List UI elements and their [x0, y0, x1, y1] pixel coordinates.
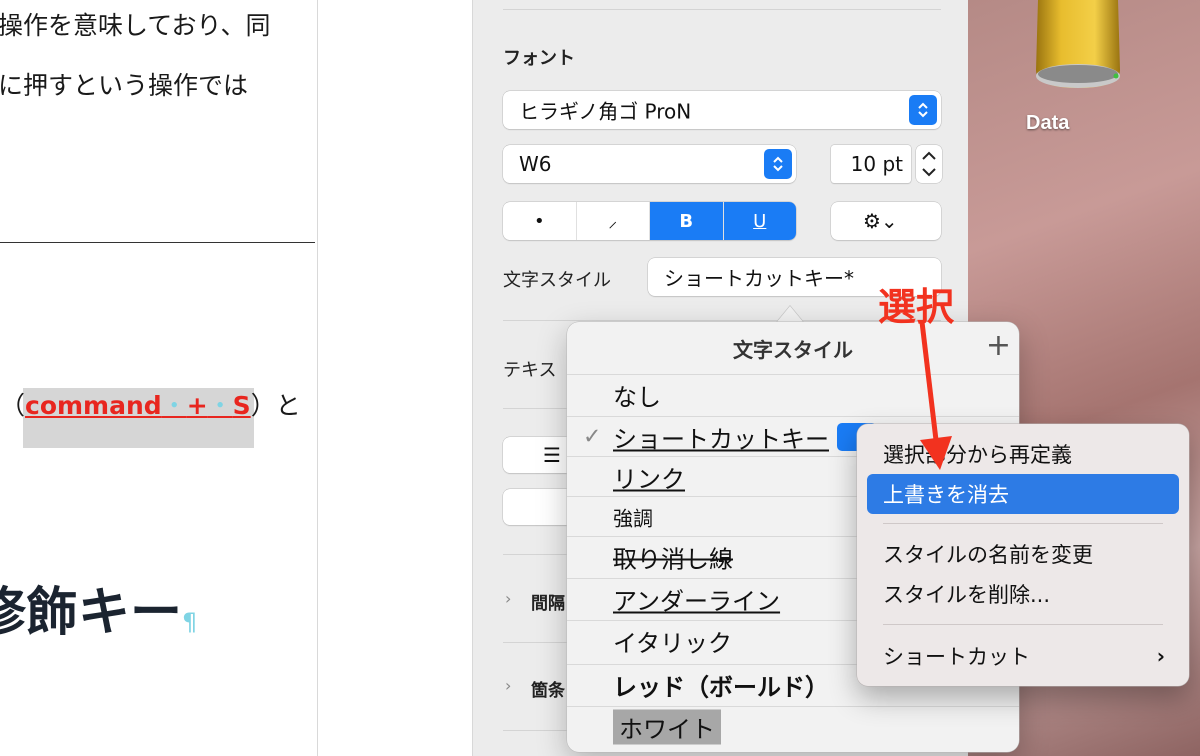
- drive-icon[interactable]: [1028, 0, 1128, 92]
- bold-button[interactable]: B: [650, 202, 724, 240]
- body-text-line: 操作を意味しており、同: [0, 11, 271, 40]
- style-item-label: 強調: [613, 506, 653, 530]
- document-canvas[interactable]: 操作を意味しており、同 に押すという操作では （command・+・S）と 修飾…: [0, 0, 318, 756]
- style-item-label: リンク: [613, 465, 685, 493]
- chevron-right-icon[interactable]: ›: [505, 589, 511, 608]
- menu-item-label: スタイルの名前を変更: [883, 543, 1093, 567]
- space-marker: ・: [207, 391, 233, 420]
- text-style-segmented[interactable]: • ⸝ B U: [503, 202, 796, 240]
- font-size-field[interactable]: 10 pt: [831, 145, 911, 183]
- space-marker: ・: [161, 391, 187, 420]
- style-item-label: アンダーライン: [613, 587, 781, 615]
- bullet-style-button[interactable]: •: [503, 202, 577, 240]
- style-item-label: ショートカットキー: [613, 425, 829, 453]
- spacing-section-label[interactable]: 間隔: [531, 589, 565, 614]
- section-heading: 修飾キー¶: [0, 570, 197, 645]
- divider: [503, 9, 941, 10]
- bullets-section-label[interactable]: 箇条: [531, 676, 565, 701]
- style-item-label: レッド（ボールド）: [613, 673, 829, 701]
- shortcut-text-line[interactable]: （command・+・S）と: [0, 386, 301, 422]
- drive-label[interactable]: Data: [968, 112, 1200, 135]
- font-family-popup[interactable]: ヒラギノ角ゴ ProN: [503, 91, 941, 129]
- s-key: S: [232, 391, 251, 420]
- paren-close: ）と: [250, 391, 301, 420]
- char-style-label: 文字スタイル: [503, 270, 611, 291]
- body-text-line: に押すという操作では: [0, 71, 249, 100]
- add-style-icon[interactable]: +: [986, 328, 1011, 363]
- style-item-white[interactable]: ホワイト: [567, 706, 1019, 746]
- updown-chevron-icon: [909, 95, 937, 125]
- menu-item-label: スタイルを削除...: [883, 583, 1051, 607]
- stepper-arrows-icon: [922, 151, 936, 177]
- font-section-label: フォント: [503, 48, 575, 69]
- font-weight-popup[interactable]: W6: [503, 145, 796, 183]
- heading-text: 修飾キー: [0, 583, 183, 643]
- checkmark-icon: ✓: [583, 424, 602, 449]
- horizontal-rule: [0, 242, 315, 243]
- menu-item-shortcut[interactable]: ショートカット ›: [867, 636, 1179, 676]
- menu-item-redefine-from-selection[interactable]: 選択部分から再定義: [867, 434, 1179, 474]
- italic-style-button[interactable]: ⸝: [577, 202, 650, 240]
- menu-item-label: 選択部分から再定義: [883, 443, 1072, 467]
- style-item-label: 取り消し線: [613, 545, 733, 573]
- updown-chevron-icon: [764, 149, 792, 179]
- font-weight-value: W6: [519, 152, 552, 176]
- text-section-label: テキス: [503, 360, 557, 381]
- shortcut-keys-text[interactable]: command・+・S: [25, 391, 251, 420]
- menu-separator: [883, 624, 1163, 625]
- popover-arrow: [776, 306, 804, 323]
- style-item-label: なし: [613, 383, 661, 411]
- canvas-margin: [319, 0, 472, 756]
- menu-item-rename-style[interactable]: スタイルの名前を変更: [867, 534, 1179, 574]
- chevron-right-icon[interactable]: ›: [505, 676, 511, 695]
- style-item-label: イタリック: [613, 629, 733, 657]
- menu-separator: [883, 523, 1163, 524]
- font-size-stepper[interactable]: [916, 145, 942, 183]
- font-size-value: 10 pt: [850, 152, 903, 176]
- paren-open: （: [0, 391, 26, 420]
- menu-item-clear-override[interactable]: 上書きを消去: [867, 474, 1179, 514]
- plus-sign: +: [186, 391, 208, 420]
- divider: [503, 320, 941, 321]
- align-left-icon: ☰: [543, 443, 561, 467]
- menu-item-label: ショートカット: [883, 645, 1030, 669]
- menu-item-label: 上書きを消去: [883, 483, 1009, 507]
- font-family-value: ヒラギノ角ゴ ProN: [519, 99, 692, 124]
- style-context-menu: 選択部分から再定義 上書きを消去 スタイルの名前を変更 スタイルを削除... シ…: [857, 424, 1189, 686]
- gear-icon: ⚙︎⌄: [863, 209, 898, 233]
- style-item-label: ホワイト: [613, 709, 721, 744]
- pilcrow-icon: ¶: [182, 608, 198, 636]
- char-style-value: ショートカットキー*: [664, 266, 854, 291]
- popover-title: 文字スタイル: [733, 338, 853, 362]
- underline-button[interactable]: U: [723, 202, 796, 240]
- chevron-right-icon: ›: [1156, 644, 1165, 668]
- annotation-label: 選択: [878, 285, 955, 329]
- advanced-options-button[interactable]: ⚙︎⌄: [831, 202, 941, 240]
- style-item-none[interactable]: なし: [567, 374, 1019, 414]
- menu-item-delete-style[interactable]: スタイルを削除...: [867, 574, 1179, 614]
- command-word: command: [25, 391, 162, 420]
